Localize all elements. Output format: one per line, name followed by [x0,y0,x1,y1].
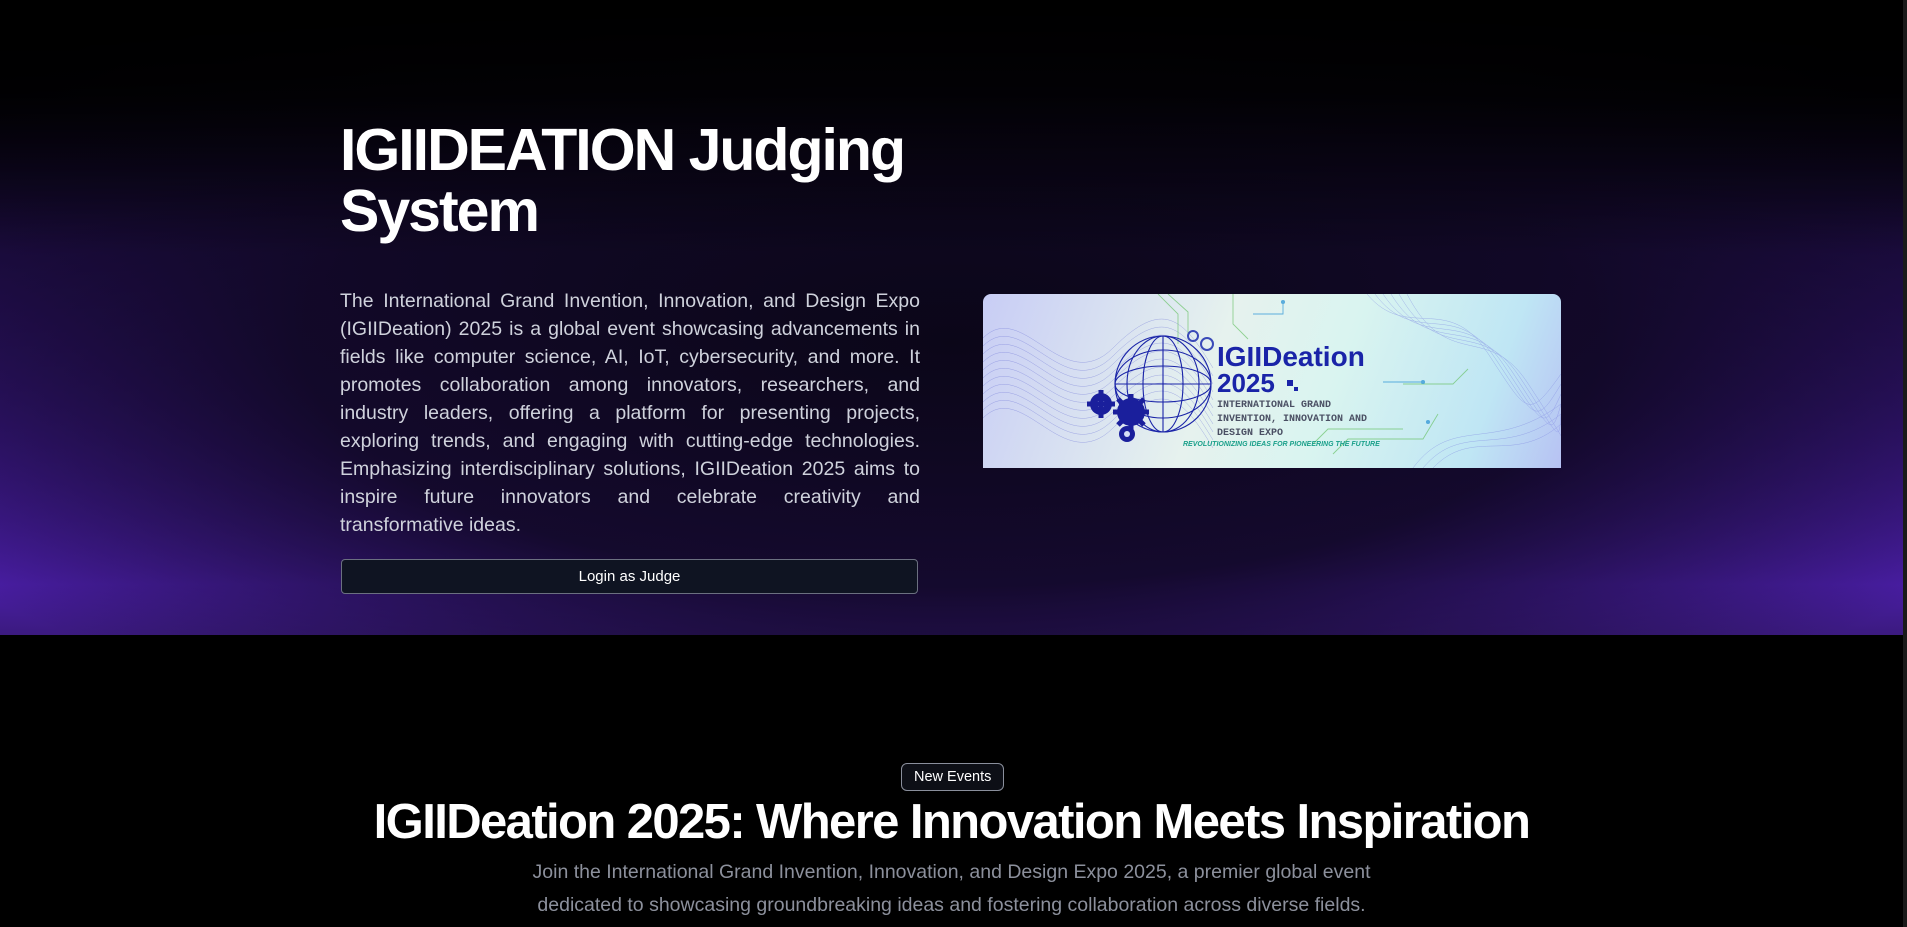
small-gear-icon [1187,330,1214,351]
banner-tagline: REVOLUTIONIZING IDEAS FOR PIONEERING THE… [1183,441,1380,448]
banner-pixel-mark [1287,380,1293,386]
login-as-judge-button[interactable]: Login as Judge [341,559,918,594]
landing-page: IGIIDEATION Judging System The Internati… [0,0,1907,927]
banner-line-2: INVENTION, INNOVATION AND [1217,414,1367,425]
hero-section [0,0,1903,635]
banner-line-3: DESIGN EXPO [1217,428,1283,439]
hero-title: IGIIDEATION Judging System [340,117,906,244]
banner-line-1: INTERNATIONAL GRAND [1217,400,1331,411]
hero-description: The International Grand Invention, Innov… [340,290,920,536]
banner-pixel-mark-small [1294,387,1298,391]
new-events-badge: New Events [901,763,1005,791]
events-title: IGIIDeation 2025: Where Innovation Meets… [373,795,1531,849]
scrollbar[interactable] [1903,0,1907,927]
events-subtitle: Join the International Grand Invention, … [532,861,1371,916]
wave-pattern-right [1366,294,1561,468]
expo-banner-image: IGIIDeation 2025 INTERNATIONAL GRAND INV… [983,294,1561,468]
gear-icon [1087,390,1149,442]
banner-year: 2025 [1217,368,1275,398]
